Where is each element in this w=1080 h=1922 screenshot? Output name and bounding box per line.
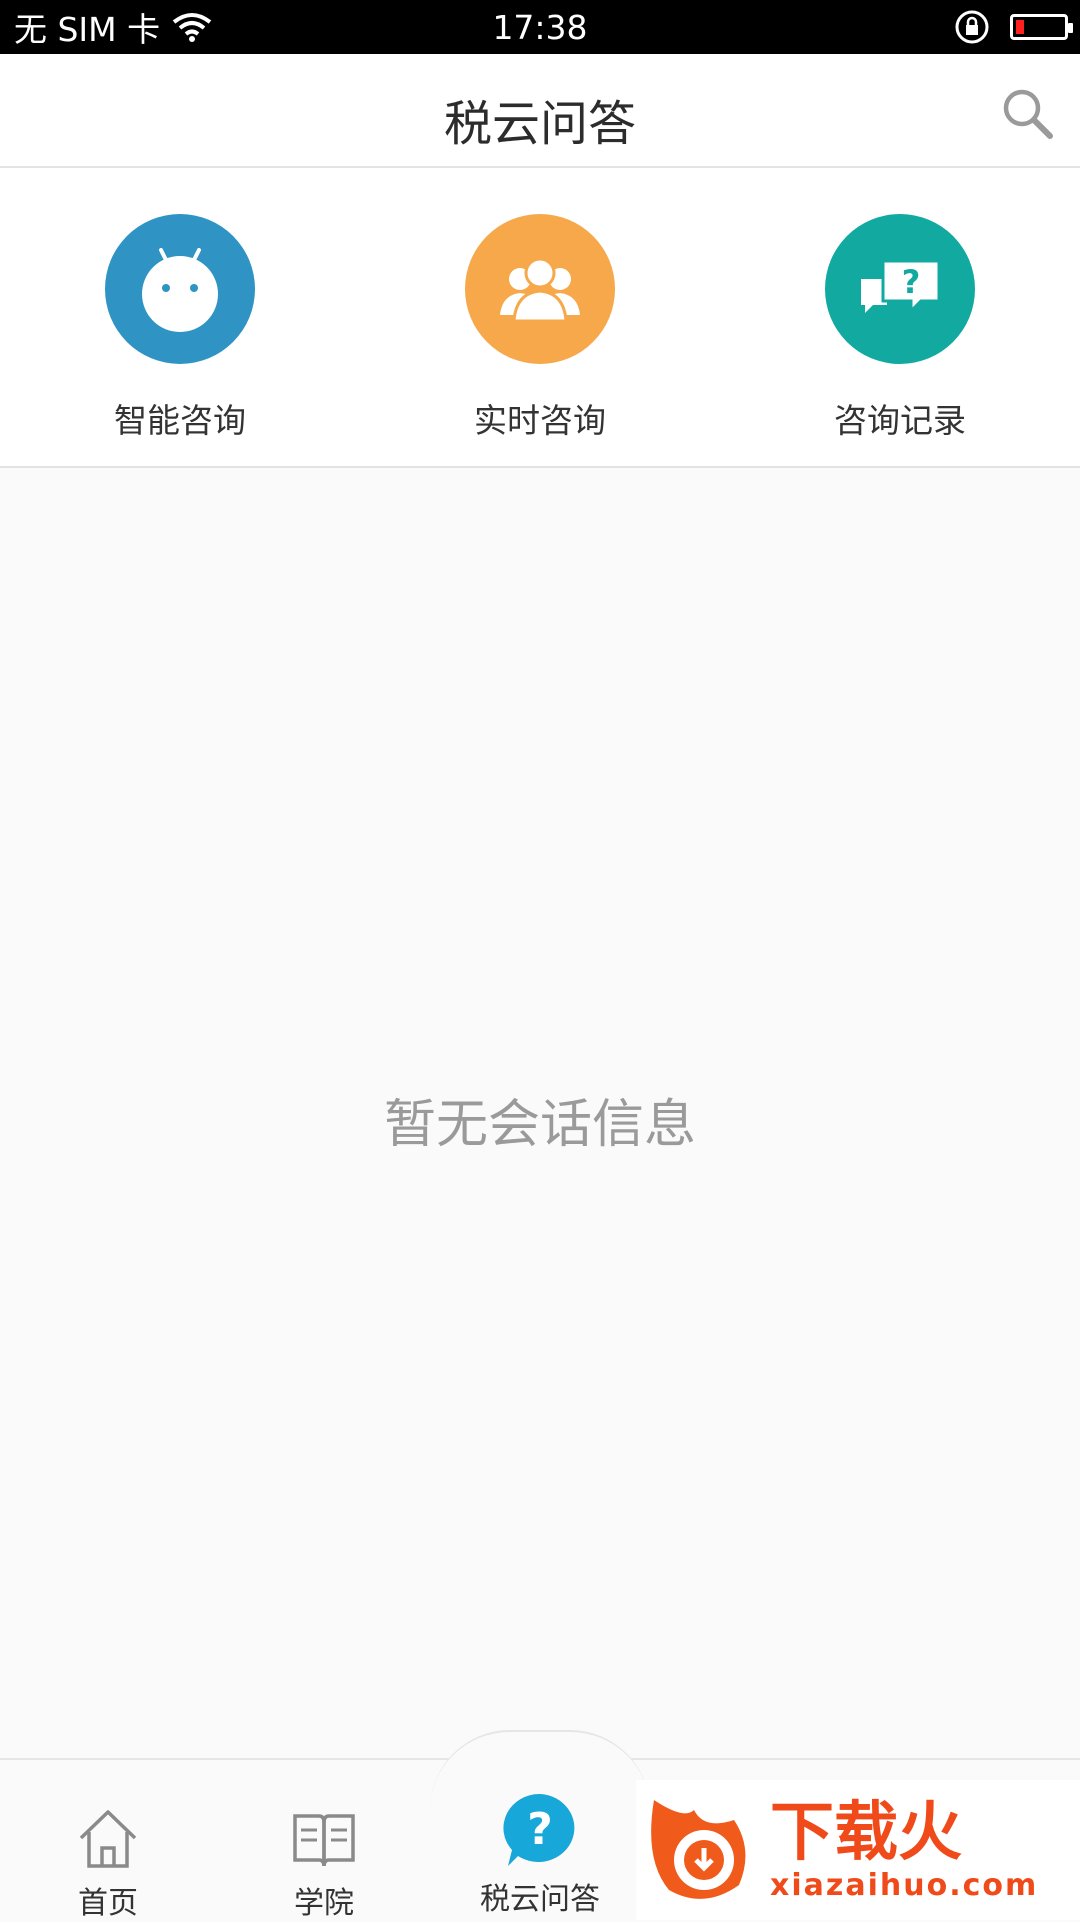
status-left: 无 SIM 卡	[14, 3, 212, 51]
watermark-text: 下载火 xiazaihuo.com	[770, 1798, 1038, 1903]
home-icon	[79, 1810, 137, 1868]
flame-logo-icon	[651, 1800, 746, 1899]
consult-history-button[interactable]: ? 咨询记录	[720, 168, 1080, 466]
nav-label-academy: 学院	[294, 1886, 354, 1921]
wifi-icon	[172, 13, 212, 42]
svg-text:?: ?	[527, 1804, 553, 1855]
smart-consult-circle	[105, 214, 255, 364]
live-consult-label: 实时咨询	[474, 401, 606, 440]
watermark-en: xiazaihuo.com	[770, 1867, 1039, 1903]
status-bar: 无 SIM 卡 17:38	[0, 0, 1080, 54]
consult-history-circle: ?	[825, 214, 975, 364]
rotation-lock-icon	[955, 10, 989, 44]
carrier-text: 无 SIM 卡	[14, 10, 161, 49]
empty-state-text: 暂无会话信息	[383, 1095, 696, 1155]
robot-icon	[142, 248, 218, 332]
header: 税云问答	[0, 54, 1080, 168]
watermark-cn: 下载火	[770, 1795, 962, 1870]
book-icon	[293, 1814, 355, 1867]
consult-history-label: 咨询记录	[834, 401, 966, 440]
svg-text:?: ?	[902, 263, 921, 301]
live-consult-circle	[465, 214, 615, 364]
search-button[interactable]	[998, 84, 1058, 144]
smart-consult-button[interactable]: 智能咨询	[0, 168, 360, 466]
quick-actions: 智能咨询 实时咨询 ? 咨询记录	[0, 168, 1080, 468]
battery-icon	[1010, 14, 1073, 40]
chat-question-icon: ?	[861, 259, 941, 315]
nav-item-home[interactable]: 首页	[0, 1760, 216, 1922]
conversation-list: 暂无会话信息	[0, 470, 1080, 1758]
nav-label-tax-qa: 税云问答	[480, 1882, 600, 1917]
status-right	[954, 9, 1073, 45]
watermark: 下载火 xiazaihuo.com	[636, 1780, 1080, 1920]
question-bubble-icon: ?	[503, 1793, 575, 1866]
live-consult-button[interactable]: 实时咨询	[360, 168, 720, 466]
group-icon	[500, 257, 580, 323]
page-title: 税云问答	[443, 96, 636, 152]
nav-label-home: 首页	[78, 1886, 138, 1921]
search-icon	[1003, 89, 1053, 139]
smart-consult-label: 智能咨询	[114, 401, 246, 440]
nav-item-academy[interactable]: 学院	[216, 1760, 432, 1922]
nav-item-tax-qa[interactable]: ? 税云问答	[432, 1760, 648, 1922]
